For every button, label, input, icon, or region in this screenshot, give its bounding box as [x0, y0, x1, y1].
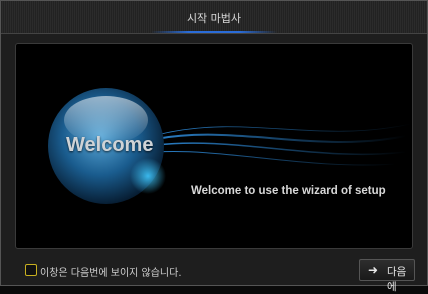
next-button[interactable]: ➜ 다음에 [359, 259, 415, 293]
title-bar: 시작 마법사 [1, 1, 427, 34]
setup-wizard-window: 시작 마법사 Welcome Welcome to use the wizard… [0, 0, 428, 293]
welcome-word: Welcome [66, 134, 154, 156]
dont-show-again-checkbox[interactable] [25, 264, 37, 276]
welcome-tagline: Welcome to use the wizard of setup [191, 185, 386, 197]
footer-bar: 이창은 다음번에 보이지 않습니다. ➜ 다음에 [1, 255, 427, 293]
right-arrow-icon: ➜ [368, 263, 379, 277]
sphere-glow [130, 158, 166, 194]
dont-show-again-label[interactable]: 이창은 다음번에 보이지 않습니다. [40, 264, 182, 279]
next-button-label: 다음에 [387, 266, 407, 293]
window-title: 시작 마법사 [186, 12, 242, 25]
welcome-panel: Welcome Welcome to use the wizard of set… [15, 43, 413, 249]
title-underline [151, 31, 277, 33]
swoosh-lines [155, 123, 412, 166]
